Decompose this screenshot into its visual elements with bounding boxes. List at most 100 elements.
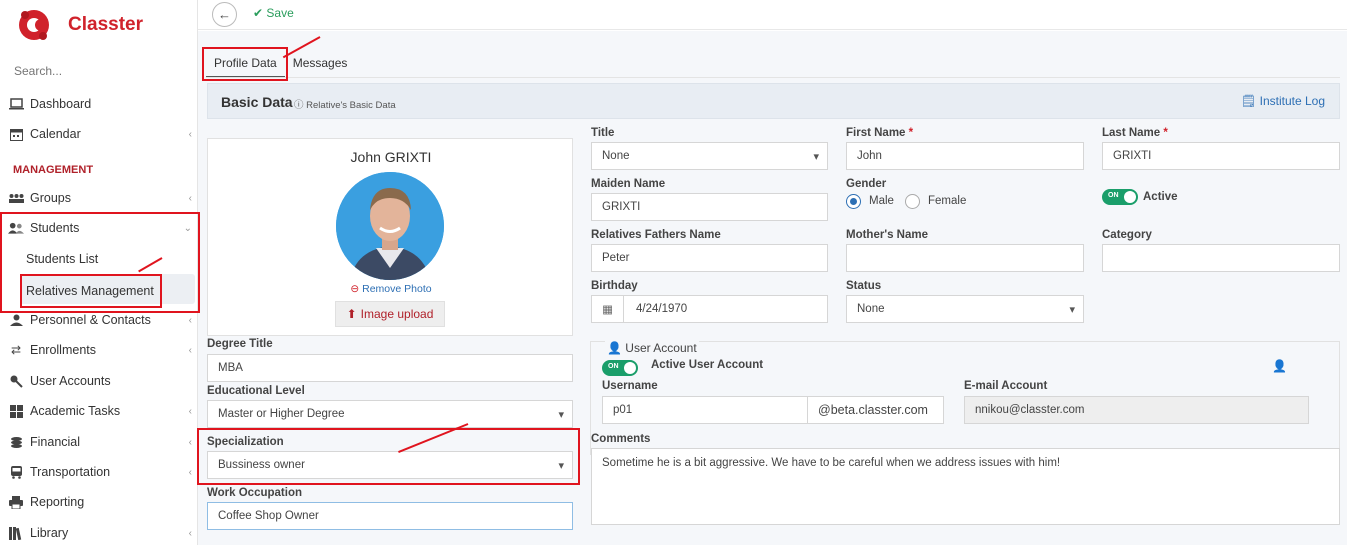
gender-label: Gender (846, 178, 887, 190)
institute-log-link[interactable]: 🗒 Institute Log (1241, 94, 1325, 108)
toggle-knob (1124, 191, 1136, 203)
sidebar-item-financial[interactable]: Financial ‹ (0, 429, 198, 455)
logo[interactable]: Classter (16, 5, 196, 45)
gender-male-label: Male (869, 195, 894, 207)
fathers-name-input[interactable]: Peter (591, 244, 828, 272)
last-name-label-text: Last Name (1102, 127, 1161, 139)
username-input[interactable]: p01 (602, 396, 808, 424)
username-label: Username (602, 380, 658, 392)
comments-label: Comments (591, 433, 651, 445)
back-button[interactable]: ← (212, 2, 237, 27)
chevron-left-icon: ‹ (188, 314, 192, 326)
tab-messages[interactable]: Messages (285, 48, 356, 78)
sidebar-item-library[interactable]: Library ‹ (0, 520, 198, 545)
toggle-on-label: ON (608, 363, 619, 370)
sidebar-item-transportation[interactable]: Transportation ‹ (0, 459, 198, 485)
active-user-account-toggle[interactable]: ON (602, 360, 638, 376)
exchange-icon: ⇄ (10, 343, 22, 357)
key-icon (8, 374, 24, 388)
info-icon: ⓘ (294, 100, 304, 111)
work-occupation-label: Work Occupation (207, 487, 302, 499)
birthday-value: 4/24/1970 (636, 303, 688, 315)
user-account-box: 👤 User Account ON Active User Account 👤 … (590, 341, 1340, 455)
user-settings-icon[interactable]: 👤 (1272, 359, 1287, 373)
fathers-name-label: Relatives Fathers Name (591, 229, 721, 241)
top-toolbar: ← ✔ Save (198, 0, 1347, 30)
birthday-label: Birthday (591, 280, 638, 292)
active-label: Active (1143, 191, 1178, 203)
domain-addon: @beta.classter.com (807, 396, 944, 424)
tab-divider (206, 77, 1340, 78)
annotation-box-specialization (197, 428, 580, 485)
laptop-icon (8, 97, 24, 111)
mothers-name-label: Mother's Name (846, 229, 928, 241)
required-marker: * (1163, 127, 1168, 139)
section-subtitle-text: Relative's Basic Data (306, 100, 396, 111)
section-management: MANAGEMENT (13, 164, 94, 176)
user-icon (8, 313, 24, 327)
sidebar-item-label: User Accounts (30, 374, 111, 388)
remove-photo-link[interactable]: ⊖ Remove Photo (208, 283, 574, 295)
log-icon: 🗒 (1241, 94, 1257, 108)
upload-icon: ⬆ (346, 307, 357, 321)
image-upload-button[interactable]: ⬆ Image upload (335, 301, 445, 327)
gender-female-radio[interactable] (905, 194, 920, 209)
last-name-input[interactable]: GRIXTI (1102, 142, 1340, 170)
first-name-label: First Name * (846, 127, 913, 139)
status-select[interactable]: None (846, 295, 1084, 323)
status-label: Status (846, 280, 882, 292)
section-subtitle: ⓘ Relative's Basic Data (294, 97, 396, 111)
active-toggle[interactable]: ON (1102, 189, 1138, 205)
chevron-left-icon: ‹ (188, 344, 192, 356)
app-name: Classter (68, 14, 143, 35)
search-input[interactable] (8, 58, 192, 84)
chevron-left-icon: ‹ (188, 466, 192, 478)
chevron-left-icon: ‹ (188, 527, 192, 539)
sidebar-item-reporting[interactable]: Reporting (0, 489, 198, 515)
user-account-title-text: User Account (625, 341, 697, 355)
sidebar-item-groups[interactable]: Groups ‹ (0, 185, 198, 211)
annotation-box-profile-tab (202, 47, 288, 81)
degree-title-input[interactable]: MBA (207, 354, 573, 382)
first-name-input[interactable]: John (846, 142, 1084, 170)
sidebar-item-user-accounts[interactable]: User Accounts (0, 368, 198, 394)
sidebar-item-dashboard[interactable]: Dashboard (0, 91, 198, 117)
comments-textarea[interactable]: Sometime he is a bit aggressive. We have… (591, 448, 1340, 525)
active-user-account-label: Active User Account (651, 359, 764, 371)
mothers-name-input[interactable] (846, 244, 1084, 272)
toggle-on-label: ON (1108, 192, 1119, 199)
minus-circle-icon: ⊖ (350, 283, 360, 295)
sidebar-item-label: Dashboard (30, 97, 92, 111)
category-label: Category (1102, 229, 1152, 241)
birthday-input[interactable]: ▦ 4/24/1970 (591, 295, 828, 323)
printer-icon (8, 495, 24, 509)
bus-icon (8, 465, 24, 479)
work-occupation-input[interactable]: Coffee Shop Owner (207, 502, 573, 530)
title-select[interactable]: None (591, 142, 828, 170)
educational-level-select[interactable]: Master or Higher Degree (207, 400, 573, 428)
sidebar-item-label: Transportation (30, 465, 111, 479)
email-account-label: E-mail Account (964, 380, 1048, 392)
chevron-left-icon: ‹ (188, 192, 192, 204)
sidebar-item-academic-tasks[interactable]: Academic Tasks ‹ (0, 398, 198, 424)
calendar-icon[interactable]: ▦ (592, 296, 624, 322)
classter-logo-icon (16, 7, 52, 43)
grid-icon (8, 404, 24, 418)
check-icon: ✔ (253, 6, 264, 20)
groups-icon (8, 191, 24, 205)
gender-male-radio[interactable] (846, 194, 861, 209)
category-input[interactable] (1102, 244, 1340, 272)
sidebar-item-enrollments[interactable]: ⇄ Enrollments ‹ (0, 337, 198, 363)
save-label: Save (266, 6, 294, 20)
basic-data-header: Basic Data ⓘ Relative's Basic Data 🗒 Ins… (207, 83, 1340, 119)
save-button[interactable]: ✔ Save (253, 6, 294, 20)
sidebar-item-calendar[interactable]: Calendar ‹ (0, 121, 198, 147)
degree-title-label: Degree Title (207, 338, 273, 350)
sidebar-item-label: Calendar (30, 127, 81, 141)
email-account-input[interactable]: nnikou@classter.com (964, 396, 1309, 424)
toggle-knob (624, 362, 636, 374)
required-marker: * (908, 127, 914, 139)
avatar (336, 172, 444, 280)
image-upload-label: Image upload (360, 307, 434, 321)
maiden-name-input[interactable]: GRIXTI (591, 193, 828, 221)
